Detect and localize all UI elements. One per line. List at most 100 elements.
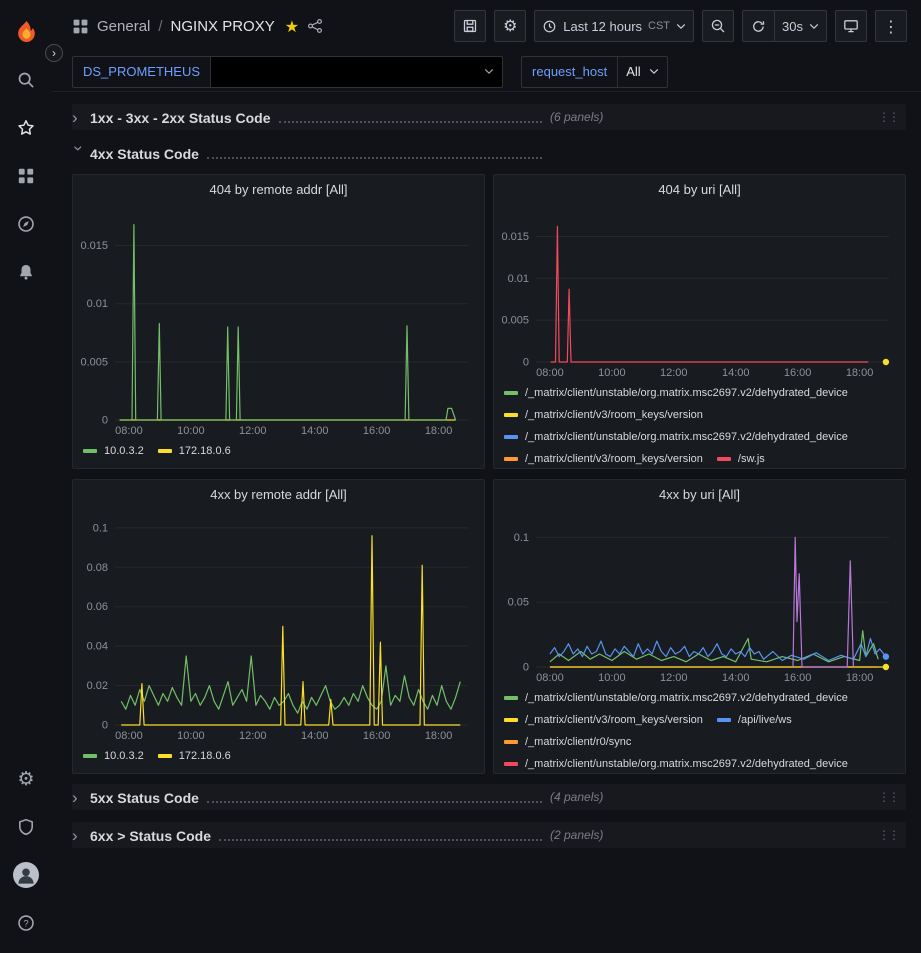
legend-series-swatch — [158, 754, 172, 758]
legend-series-swatch — [504, 740, 518, 744]
timeseries-chart[interactable]: 00.050.108:0010:0012:0014:0016:0018:00 — [496, 510, 901, 685]
legend-series-label: /_matrix/client/unstable/org.matrix.msc2… — [525, 753, 848, 773]
svg-text:0: 0 — [102, 415, 108, 427]
svg-text:10:00: 10:00 — [177, 425, 205, 437]
chevron-right-icon: › — [72, 789, 90, 806]
legend-item[interactable]: 10.0.3.2 — [83, 745, 144, 767]
sidebar-toggle-button[interactable]: › — [45, 44, 63, 62]
top-navbar: General / NGINX PROXY ★ ⚙ — [52, 0, 921, 52]
svg-text:0.1: 0.1 — [93, 522, 108, 534]
panel-title[interactable]: 404 by remote addr [All] — [73, 175, 484, 203]
legend-item[interactable]: /_matrix/client/r0/sync — [504, 731, 631, 753]
panel-title[interactable]: 404 by uri [All] — [494, 175, 905, 203]
favorite-star-icon[interactable]: ★ — [285, 17, 299, 36]
request-host-select[interactable]: All — [618, 56, 667, 88]
more-menu-button[interactable]: ⋮ — [875, 10, 907, 42]
row-panel-count: (4 panels) — [550, 790, 603, 804]
dashboard-variables-bar: DS_PROMETHEUS request_host All — [52, 52, 921, 92]
timeseries-chart[interactable]: 00.0050.010.01508:0010:0012:0014:0016:00… — [496, 205, 901, 380]
breadcrumb-folder[interactable]: General — [97, 18, 150, 35]
row-1xx-3xx-2xx[interactable]: › 1xx - 3xx - 2xx Status Code (6 panels)… — [72, 104, 906, 130]
svg-text:18:00: 18:00 — [846, 367, 874, 379]
svg-text:18:00: 18:00 — [846, 672, 874, 684]
row-title-group: › 5xx Status Code — [72, 789, 550, 806]
legend-item[interactable]: /_matrix/client/v3/room_keys/version — [504, 448, 703, 468]
svg-text:12:00: 12:00 — [660, 672, 688, 684]
svg-text:08:00: 08:00 — [115, 425, 143, 437]
star-icon — [17, 119, 35, 137]
sidebar-item-alerting[interactable] — [0, 248, 52, 296]
chevron-down-icon — [649, 68, 659, 75]
time-range-picker[interactable]: Last 12 hours CST — [534, 10, 694, 42]
legend-series-swatch — [504, 457, 518, 461]
legend-item[interactable]: /api/live/ws — [717, 709, 792, 731]
tv-mode-button[interactable] — [835, 10, 867, 42]
panel-404-by-remote-addr: 404 by remote addr [All] 00.0050.010.015… — [72, 174, 485, 469]
sidebar-item-configuration[interactable]: ⚙ — [0, 755, 52, 803]
dashboard-settings-button[interactable]: ⚙ — [494, 10, 526, 42]
row-4xx[interactable]: › 4xx Status Code — [72, 140, 906, 166]
sidebar-item-server-admin[interactable] — [0, 803, 52, 851]
svg-text:0.1: 0.1 — [514, 532, 529, 544]
svg-text:0.01: 0.01 — [87, 298, 108, 310]
legend-item[interactable]: /_matrix/client/unstable/org.matrix.msc2… — [504, 687, 848, 709]
legend-series-swatch — [504, 391, 518, 395]
legend-item[interactable]: /_matrix/client/v3/room_keys/version — [504, 404, 703, 426]
refresh-interval-dropdown[interactable]: 30s — [774, 10, 827, 42]
row-dotted-leader — [219, 830, 542, 841]
timeseries-chart[interactable]: 00.020.040.060.080.108:0010:0012:0014:00… — [75, 510, 480, 743]
legend-item[interactable]: /_matrix/client/v3/room_keys/version — [504, 709, 703, 731]
timeseries-chart[interactable]: 00.0050.010.01508:0010:0012:0014:0016:00… — [75, 205, 480, 438]
time-range-label: Last 12 hours — [563, 19, 642, 34]
svg-text:08:00: 08:00 — [536, 367, 564, 379]
legend-item[interactable]: 172.18.0.6 — [158, 745, 231, 767]
sidebar-item-starred[interactable] — [0, 104, 52, 152]
help-icon: ? — [17, 914, 35, 932]
datasource-variable-label[interactable]: DS_PROMETHEUS — [72, 56, 211, 88]
sidebar-item-explore[interactable] — [0, 200, 52, 248]
legend-item[interactable]: /_matrix/client/unstable/org.matrix.msc2… — [504, 382, 848, 404]
row-title-group: › 1xx - 3xx - 2xx Status Code — [72, 109, 550, 126]
zoom-out-button[interactable] — [702, 10, 734, 42]
panel-title[interactable]: 4xx by uri [All] — [494, 480, 905, 508]
svg-text:0.01: 0.01 — [508, 273, 529, 285]
panel-title[interactable]: 4xx by remote addr [All] — [73, 480, 484, 508]
svg-text:10:00: 10:00 — [598, 367, 626, 379]
sidebar-item-profile[interactable] — [0, 851, 52, 899]
legend-series-swatch — [717, 457, 731, 461]
panel-legend: /_matrix/client/unstable/org.matrix.msc2… — [494, 685, 905, 773]
svg-text:12:00: 12:00 — [239, 730, 267, 742]
legend-item[interactable]: 10.0.3.2 — [83, 440, 144, 462]
gear-icon: ⚙ — [503, 18, 517, 34]
panel-legend: 10.0.3.2 172.18.0.6 — [73, 743, 484, 773]
chevron-right-icon: › — [72, 827, 90, 844]
row-drag-handle[interactable]: ⋮⋮ — [878, 110, 900, 124]
row-dotted-leader — [207, 148, 542, 159]
refresh-button[interactable] — [742, 10, 774, 42]
share-icon[interactable] — [307, 18, 323, 34]
sidebar-item-search[interactable] — [0, 56, 52, 104]
request-host-variable-label[interactable]: request_host — [521, 56, 618, 88]
legend-series-label: /_matrix/client/unstable/org.matrix.msc2… — [525, 382, 848, 404]
legend-item[interactable]: 172.18.0.6 — [158, 440, 231, 462]
row-panel-count: (2 panels) — [550, 828, 603, 842]
row-title: 5xx Status Code — [90, 790, 199, 806]
legend-item[interactable]: /sw.js — [717, 448, 765, 468]
legend-item[interactable]: /_matrix/client/unstable/org.matrix.msc2… — [504, 753, 848, 773]
row-drag-handle[interactable]: ⋮⋮ — [878, 828, 900, 842]
sidebar-item-help[interactable]: ? — [0, 899, 52, 947]
bell-icon — [17, 263, 35, 281]
row-drag-handle[interactable]: ⋮⋮ — [878, 790, 900, 804]
row-5xx[interactable]: › 5xx Status Code (4 panels) ⋮⋮ — [72, 784, 906, 810]
legend-series-label: 10.0.3.2 — [104, 745, 144, 767]
legend-item[interactable]: /_matrix/client/unstable/org.matrix.msc2… — [504, 426, 848, 448]
svg-text:10:00: 10:00 — [598, 672, 626, 684]
row-panel-count: (6 panels) — [550, 110, 603, 124]
sidebar-item-dashboards[interactable] — [0, 152, 52, 200]
row-6xx[interactable]: › 6xx > Status Code (2 panels) ⋮⋮ — [72, 822, 906, 848]
save-dashboard-button[interactable] — [454, 10, 486, 42]
datasource-select[interactable] — [211, 56, 503, 88]
row-dotted-leader — [207, 792, 542, 803]
legend-series-swatch — [158, 449, 172, 453]
grafana-logo[interactable] — [0, 8, 52, 56]
